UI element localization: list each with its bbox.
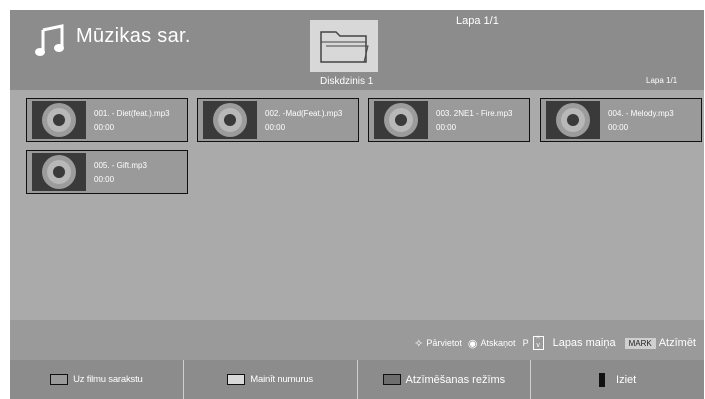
file-item[interactable]: 003. 2NE1 - Fire.mp3 00:00 — [368, 98, 530, 142]
hint-move: Pārvietot — [426, 338, 462, 348]
file-duration: 00:00 — [265, 123, 286, 132]
change-numbers-button[interactable]: Mainīt numurus — [184, 360, 358, 399]
red-key-icon — [50, 374, 69, 385]
file-name: 001. - Diet(feat.).mp3 — [94, 109, 170, 118]
file-name: 003. 2NE1 - Fire.mp3 — [436, 109, 513, 118]
mark-mode-button[interactable]: Atzīmēšanas režīms — [358, 360, 532, 399]
hint-mark: Atzīmēt — [658, 337, 696, 349]
disc-icon — [32, 153, 86, 191]
file-item[interactable]: 001. - Diet(feat.).mp3 00:00 — [26, 98, 188, 142]
exit-button[interactable]: Iziet — [531, 360, 704, 399]
file-duration: 00:00 — [436, 123, 457, 132]
mark-key-icon: MARK — [624, 337, 656, 349]
ok-button-icon: ◉ — [467, 337, 478, 350]
move-arrows-icon: ✧ — [414, 337, 424, 350]
key-hints: ✧ Pārvietot ◉ Atskaņot P ^ v Lapas maiņa … — [414, 336, 696, 350]
hint-page-change: Lapas maiņa — [552, 337, 616, 349]
change-numbers-label: Mainīt numurus — [250, 374, 313, 385]
disc-icon — [374, 101, 428, 139]
page-up-down-icon: ^ v — [532, 336, 544, 350]
header: Mūzikas sar. Lapa 1/1 Diskdzinis 1 Lapa … — [10, 10, 704, 90]
disc-icon — [203, 101, 257, 139]
exit-icon — [599, 372, 606, 387]
bottom-bar: Uz filmu sarakstu Mainīt numurus Atzīmēš… — [10, 360, 704, 399]
hint-p: P — [522, 338, 529, 348]
file-item[interactable]: 004. - Melody.mp3 00:00 — [540, 98, 702, 142]
hint-view: Atskaņot — [480, 338, 516, 348]
folder-icon — [320, 31, 369, 63]
file-item[interactable]: 005. - Gift.mp3 00:00 — [26, 150, 188, 194]
to-movie-list-button[interactable]: Uz filmu sarakstu — [10, 360, 184, 399]
drive-label: Diskdzinis 1 — [320, 76, 374, 87]
hints-bar: ✧ Pārvietot ◉ Atskaņot P ^ v Lapas maiņa … — [10, 320, 704, 360]
yellow-key-icon — [382, 374, 401, 385]
drive-folder[interactable] — [310, 20, 378, 72]
page-indicator-top: Lapa 1/1 — [456, 15, 499, 27]
mark-mode-label: Atzīmēšanas režīms — [405, 373, 506, 386]
file-duration: 00:00 — [94, 123, 115, 132]
to-movie-list-label: Uz filmu sarakstu — [73, 374, 143, 385]
page-title: Mūzikas sar. — [76, 25, 191, 47]
file-name: 002. -Mad(Feat.).mp3 — [265, 109, 343, 118]
file-item[interactable]: 002. -Mad(Feat.).mp3 00:00 — [197, 98, 359, 142]
green-key-icon — [227, 374, 246, 385]
disc-icon — [32, 101, 86, 139]
page-indicator-right: Lapa 1/1 — [646, 76, 678, 85]
music-note-icon — [35, 24, 64, 56]
disc-icon — [546, 101, 600, 139]
exit-label: Iziet — [616, 373, 637, 386]
music-list-screen: Mūzikas sar. Lapa 1/1 Diskdzinis 1 Lapa … — [10, 10, 704, 399]
file-grid: 001. - Diet(feat.).mp3 00:00 002. -Mad(F… — [10, 90, 704, 320]
file-name: 005. - Gift.mp3 — [94, 161, 147, 170]
file-duration: 00:00 — [608, 123, 629, 132]
file-name: 004. - Melody.mp3 — [608, 109, 674, 118]
file-duration: 00:00 — [94, 175, 115, 184]
